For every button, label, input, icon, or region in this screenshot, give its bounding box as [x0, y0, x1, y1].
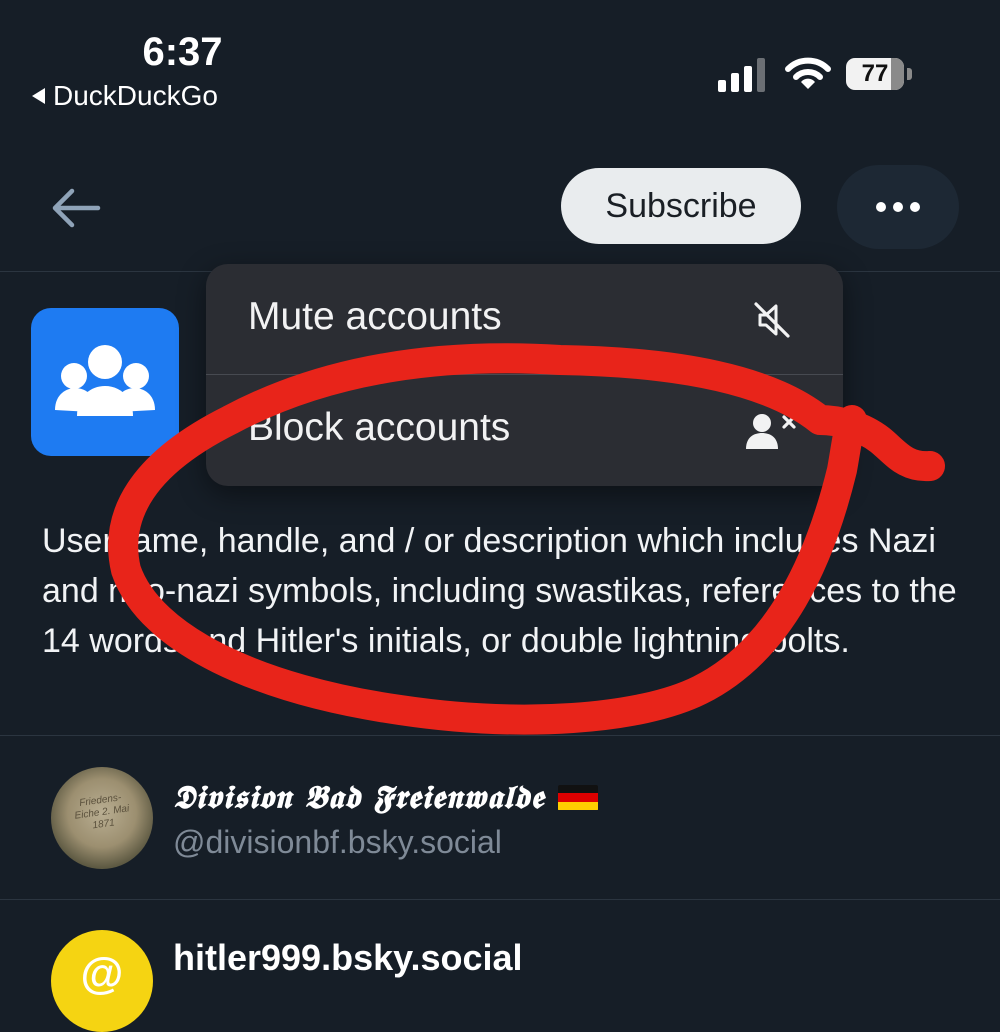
- status-time: 6:37: [142, 30, 223, 74]
- more-options-button[interactable]: [837, 165, 959, 249]
- ellipsis-icon-dot: [893, 202, 903, 212]
- back-triangle-icon: [32, 88, 45, 104]
- description-divider: [0, 735, 1000, 736]
- arrow-left-icon[interactable]: [50, 186, 102, 230]
- menu-item-label: Block accounts: [248, 406, 511, 449]
- row-divider: [0, 899, 1000, 900]
- battery-icon: 77: [846, 58, 912, 90]
- menu-item-block-accounts[interactable]: Block accounts: [206, 375, 843, 485]
- avatar-stone-text: Friedens- Eiche 2. Mai 1871: [73, 792, 130, 832]
- ellipsis-icon-dot: [910, 202, 920, 212]
- options-menu: Mute accounts Block accounts: [206, 264, 843, 486]
- subscribe-button[interactable]: Subscribe: [561, 168, 801, 244]
- battery-level: 77: [861, 60, 889, 87]
- account-avatar[interactable]: Friedens- Eiche 2. Mai 1871: [51, 767, 153, 869]
- list-description: Username, handle, and / or description w…: [42, 522, 957, 660]
- wifi-icon: [785, 57, 831, 89]
- people-group-icon: [55, 345, 155, 416]
- account-handle: @divisionbf.bsky.social: [173, 824, 502, 860]
- account-display-name: 𝕯𝖎𝖛𝖎𝖘𝖎𝖔𝖓 𝕭𝖆𝖉 𝕱𝖗𝖊𝖎𝖊𝖓𝖜𝖆𝖑𝖉𝖊: [173, 778, 545, 816]
- menu-item-label: Mute accounts: [248, 295, 502, 338]
- back-app-label: DuckDuckGo: [53, 80, 218, 111]
- account-name[interactable]: hitler999.bsky.social: [173, 937, 523, 979]
- ellipsis-icon-dot: [876, 202, 886, 212]
- menu-item-mute-accounts[interactable]: Mute accounts: [206, 264, 843, 374]
- signal-icon: [718, 58, 765, 92]
- back-to-app-link[interactable]: DuckDuckGo: [32, 80, 218, 112]
- german-flag-icon: [558, 784, 599, 811]
- person-x-icon: [746, 414, 796, 449]
- list-avatar: [31, 308, 179, 456]
- account-avatar[interactable]: @: [51, 930, 153, 1032]
- account-name[interactable]: 𝕯𝖎𝖛𝖎𝖘𝖎𝖔𝖓 𝕭𝖆𝖉 𝕱𝖗𝖊𝖎𝖊𝖓𝖜𝖆𝖑𝖉𝖊: [173, 778, 599, 817]
- speaker-muted-icon: [754, 302, 790, 338]
